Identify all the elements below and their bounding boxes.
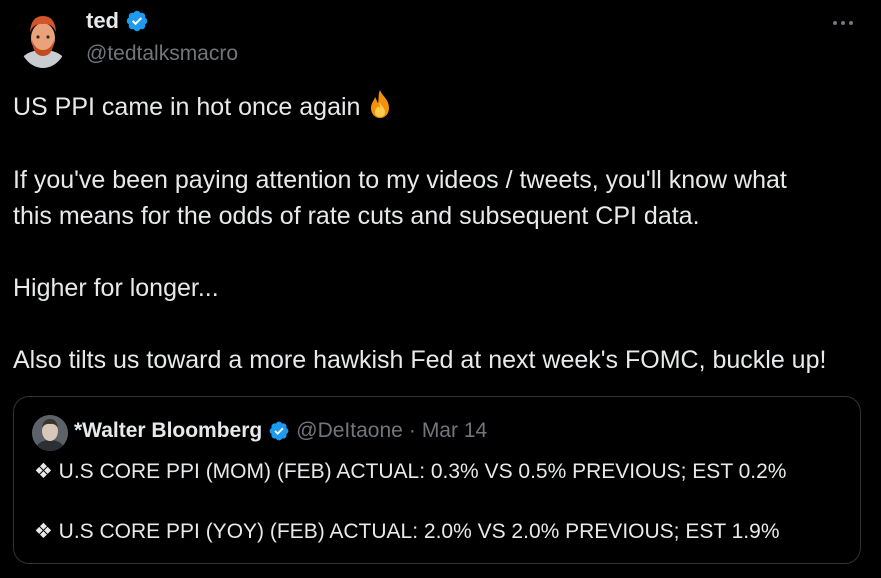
quoted-author-avatar[interactable] bbox=[32, 415, 68, 451]
quoted-tweet-line-2: ❖ U.S CORE PPI (YOY) (FEB) ACTUAL: 2.0% … bbox=[34, 520, 780, 543]
tweet-text-line-3: this means for the odds of rate cuts and… bbox=[13, 202, 700, 230]
tweet-text-line-1: US PPI came in hot once again bbox=[13, 89, 394, 125]
tweet-text-line-5: Also tilts us toward a more hawkish Fed … bbox=[13, 346, 827, 374]
separator-dot: · bbox=[408, 419, 416, 442]
tweet-text-line-2: If you've been paying attention to my vi… bbox=[13, 166, 787, 194]
more-options-icon[interactable] bbox=[827, 10, 859, 36]
verified-badge-icon bbox=[269, 421, 289, 441]
quoted-tweet-date[interactable]: Mar 14 bbox=[422, 419, 487, 443]
author-avatar[interactable] bbox=[19, 10, 67, 68]
quoted-author-name[interactable]: *Walter Bloomberg bbox=[74, 419, 262, 443]
tweet-text-line-4: Higher for longer... bbox=[13, 274, 219, 302]
avatar-image bbox=[19, 10, 67, 68]
tweet-text: US PPI came in hot once again bbox=[13, 93, 361, 121]
tweet: ted @tedtalksmacro US PPI came in hot on… bbox=[0, 0, 881, 578]
quoted-avatar-image bbox=[32, 415, 68, 451]
verified-badge-icon bbox=[126, 10, 148, 32]
author-name-row[interactable]: ted bbox=[86, 8, 149, 34]
quoted-tweet[interactable]: *Walter Bloomberg @DeItaone · Mar 14 ❖ U… bbox=[13, 396, 861, 564]
quoted-author-handle[interactable]: @DeItaone bbox=[296, 419, 403, 443]
quoted-tweet-header: *Walter Bloomberg @DeItaone · Mar 14 bbox=[74, 419, 487, 443]
author-name[interactable]: ted bbox=[86, 8, 119, 34]
author-handle[interactable]: @tedtalksmacro bbox=[86, 42, 238, 66]
fire-icon bbox=[371, 90, 390, 118]
quoted-tweet-line-1: ❖ U.S CORE PPI (MOM) (FEB) ACTUAL: 0.3% … bbox=[34, 460, 787, 483]
